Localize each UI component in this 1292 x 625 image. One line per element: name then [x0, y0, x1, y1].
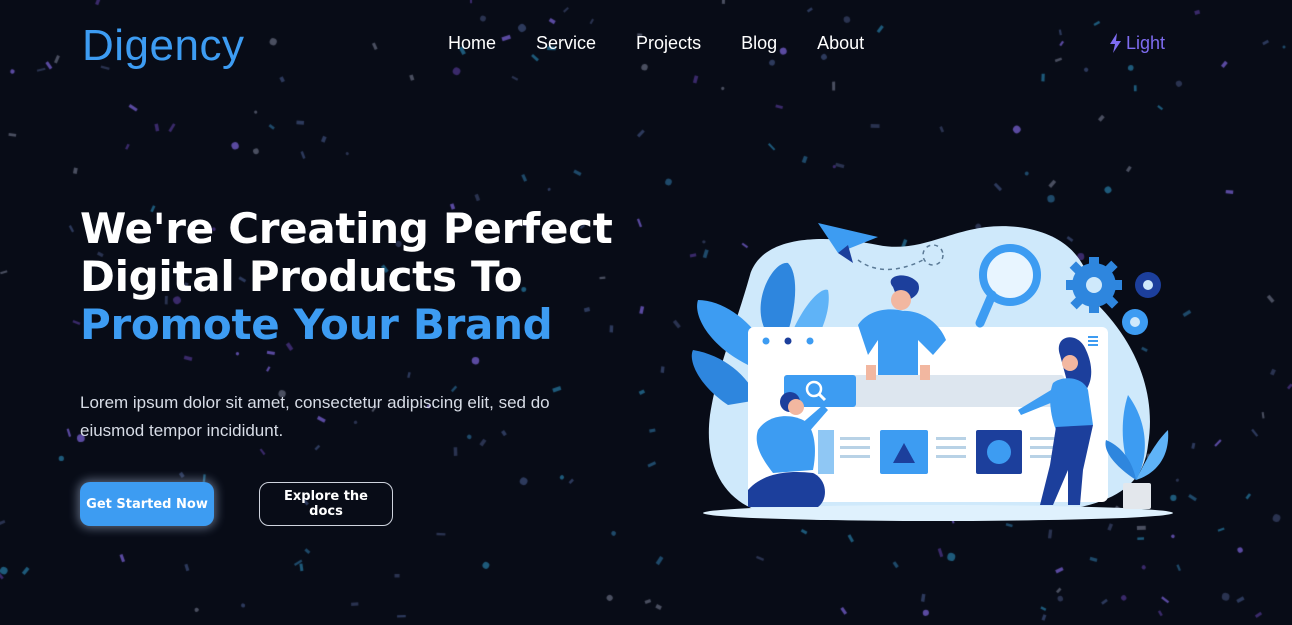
nav-item-home[interactable]: Home — [448, 32, 496, 54]
site-logo[interactable]: Digency — [82, 20, 244, 72]
hero-title: We're Creating Perfect Digital Products … — [80, 205, 613, 349]
hero-title-highlight: Promote Your Brand — [80, 300, 553, 349]
landing-page: Digency Home Service Projects Blog About… — [0, 0, 1292, 625]
hero-title-line-1: We're Creating Perfect — [80, 204, 613, 253]
lightning-bolt-icon — [1109, 33, 1122, 53]
nav-item-about[interactable]: About — [817, 32, 864, 54]
main-nav: Home Service Projects Blog About — [448, 32, 904, 54]
nav-item-projects[interactable]: Projects — [636, 32, 701, 54]
hero-title-line-2: Digital Products To — [80, 252, 523, 301]
nav-item-blog[interactable]: Blog — [741, 32, 777, 54]
get-started-button[interactable]: Get Started Now — [80, 482, 214, 526]
nav-item-service[interactable]: Service — [536, 32, 596, 54]
explore-docs-button[interactable]: Explore the docs — [259, 482, 393, 526]
theme-toggle-label: Light — [1126, 33, 1166, 53]
hero-description: Lorem ipsum dolor sit amet, consectetur … — [80, 393, 550, 440]
team-building-website-illustration — [691, 223, 1173, 521]
theme-toggle-button[interactable]: Light — [1109, 32, 1165, 54]
